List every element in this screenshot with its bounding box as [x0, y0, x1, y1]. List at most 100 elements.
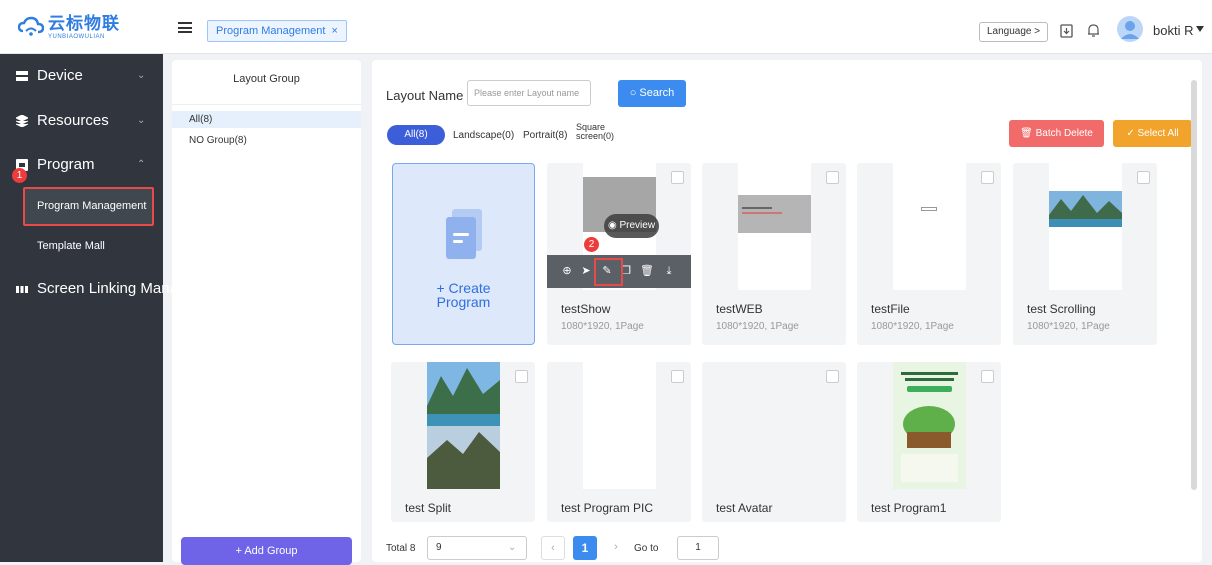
avatar[interactable]	[1117, 16, 1143, 42]
program-name: test Split	[405, 501, 452, 515]
tab-label: Program Management	[216, 25, 326, 37]
logo-subtext: YUNBIAOWULIAN	[48, 33, 105, 40]
program-name: test Program PIC	[561, 501, 654, 515]
chevron-down-icon: ⌄	[137, 114, 146, 126]
sidebar-item-label: Resources	[37, 111, 109, 129]
program-card-testshow[interactable]: testShow 1080*1920, 1Page	[547, 163, 691, 345]
program-card-testfile[interactable]: testFile 1080*1920, 1Page	[857, 163, 1001, 345]
create-program-label: + Create Program	[436, 280, 491, 310]
program-name: test Avatar	[716, 501, 773, 515]
card-checkbox[interactable]	[671, 171, 684, 184]
card-checkbox[interactable]	[515, 370, 528, 383]
search-input[interactable]: Please enter Layout name	[467, 80, 591, 106]
batch-delete-label: Batch Delete	[1035, 128, 1093, 139]
language-button[interactable]: Language >	[979, 22, 1049, 42]
goto-page-input[interactable]: 1	[677, 536, 719, 560]
create-program-card[interactable]: + Create Program	[392, 163, 535, 345]
menu-toggle-icon[interactable]	[178, 22, 192, 33]
card-checkbox[interactable]	[826, 370, 839, 383]
close-tab-icon[interactable]: ×	[331, 21, 337, 41]
user-name[interactable]: bokti R	[1153, 23, 1193, 38]
copy-link-icon[interactable]: ⊕	[559, 263, 575, 279]
check-icon: ✓	[1126, 128, 1135, 139]
search-button-label: Search	[639, 87, 675, 99]
document-icon	[446, 209, 482, 259]
program-card-test-program1[interactable]: test Program1	[857, 362, 1001, 522]
program-thumbnail	[738, 163, 811, 290]
preview-label: Preview	[619, 220, 656, 231]
goto-label: Go to	[634, 543, 659, 554]
filter-all[interactable]: All(8)	[387, 125, 445, 145]
add-group-button[interactable]: + Add Group	[181, 537, 352, 565]
caret-down-icon[interactable]	[1196, 26, 1204, 32]
card-checkbox[interactable]	[671, 370, 684, 383]
card-checkbox[interactable]	[981, 171, 994, 184]
program-name: test Program1	[871, 501, 947, 515]
send-icon[interactable]: ➤	[578, 263, 594, 279]
layout-name-label: Layout Name	[386, 88, 464, 103]
program-meta: 1080*1920, 1Page	[716, 321, 799, 332]
card-checkbox[interactable]	[981, 370, 994, 383]
sidebar-subitem-template-mall[interactable]: Template Mall	[37, 240, 105, 252]
search-button[interactable]: ○ Search	[618, 80, 686, 107]
select-all-button[interactable]: ✓ Select All	[1113, 120, 1192, 147]
sidebar-item-resources[interactable]: Resources ⌄	[0, 100, 163, 140]
trash-icon: 🗑	[1020, 128, 1033, 139]
program-thumbnail	[1049, 163, 1122, 290]
top-header: 云标物联 YUNBIAOWULIAN Program Management × …	[0, 0, 1212, 54]
program-name: test Scrolling	[1027, 302, 1096, 316]
program-card-test-split[interactable]: test Split	[391, 362, 535, 522]
program-thumbnail	[583, 362, 656, 489]
sidebar-item-screen-linking[interactable]: Screen Linking Mana	[0, 268, 178, 308]
step-marker-2: 2	[584, 237, 599, 252]
filter-landscape[interactable]: Landscape(0)	[453, 130, 514, 141]
bell-icon[interactable]	[1087, 23, 1100, 38]
filter-square-screen[interactable]: Square screen(0)	[576, 123, 616, 141]
card-checkbox[interactable]	[1137, 171, 1150, 184]
tab-program-management[interactable]: Program Management ×	[207, 20, 347, 42]
chevron-down-icon: ⌄	[508, 542, 517, 553]
program-thumbnail	[738, 362, 811, 489]
program-thumbnail	[893, 362, 966, 489]
brand-logo[interactable]: 云标物联 YUNBIAOWULIAN	[17, 12, 158, 42]
program-meta: 1080*1920, 1Page	[1027, 321, 1110, 332]
chevron-up-icon: ⌃	[137, 158, 146, 170]
program-thumbnail	[427, 362, 500, 489]
card-checkbox[interactable]	[826, 171, 839, 184]
page-number-current[interactable]: 1	[573, 536, 597, 560]
group-item-all[interactable]: All(8)	[172, 111, 361, 128]
group-panel-title: Layout Group	[233, 73, 300, 85]
program-name: testShow	[561, 302, 611, 316]
group-item-no-group[interactable]: NO Group(8)	[189, 135, 247, 146]
search-icon: ○	[629, 87, 637, 99]
sidebar-subitem-program-management[interactable]: Program Management	[23, 187, 154, 226]
cloud-logo-icon	[17, 16, 45, 38]
program-thumbnail	[893, 163, 966, 290]
resources-icon	[14, 114, 30, 128]
eye-icon: ◉	[607, 220, 617, 231]
page-size-select[interactable]: 9 ⌄	[427, 536, 527, 560]
layout-group-panel: Layout Group All(8) NO Group(8) + Add Gr…	[172, 60, 361, 565]
batch-delete-button[interactable]: 🗑 Batch Delete	[1009, 120, 1104, 147]
program-name: testWEB	[716, 302, 763, 316]
filter-portrait[interactable]: Portrait(8)	[523, 130, 567, 141]
step-marker-1: 1	[12, 168, 27, 183]
chevron-down-icon: ⌄	[137, 69, 146, 81]
delete-icon[interactable]: 🗑	[639, 263, 655, 279]
download-icon[interactable]: ⤓	[661, 263, 677, 279]
program-card-test-program-pic[interactable]: test Program PIC	[547, 362, 691, 522]
program-card-test-avatar[interactable]: test Avatar	[702, 362, 846, 522]
edit-highlight	[594, 258, 623, 286]
prev-page-button[interactable]: ‹	[541, 536, 565, 560]
program-card-testweb[interactable]: testWEB 1080*1920, 1Page	[702, 163, 846, 345]
program-card-test-scrolling[interactable]: test Scrolling 1080*1920, 1Page	[1013, 163, 1157, 345]
scrollbar[interactable]	[1191, 80, 1197, 490]
logo-text: 云标物联	[48, 13, 120, 33]
next-page-button[interactable]: ›	[604, 536, 628, 560]
divider	[172, 104, 361, 105]
sidebar-item-label: Device	[37, 66, 83, 84]
sidebar-item-device[interactable]: Device ⌄	[0, 55, 163, 95]
sidebar: Device ⌄ Resources ⌄ Program ⌃ 1 Program…	[0, 54, 178, 562]
preview-button[interactable]: ◉ Preview	[604, 214, 659, 238]
download-icon[interactable]	[1060, 24, 1073, 38]
